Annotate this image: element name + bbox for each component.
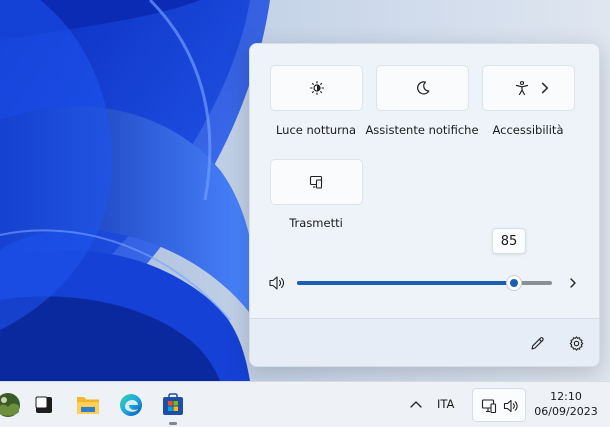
task-view-button[interactable] (30, 391, 58, 419)
accessibility-icon (515, 80, 528, 96)
cast-tile[interactable] (270, 159, 363, 205)
language-indicator[interactable]: ITA (437, 397, 454, 411)
volume-slider-fill (297, 281, 514, 285)
accessibility-tile[interactable] (482, 65, 575, 111)
chevron-up-icon[interactable] (409, 398, 423, 410)
accessibility-label: Accessibilità (492, 123, 564, 137)
file-explorer-app[interactable] (74, 391, 102, 419)
brightness-icon (309, 80, 324, 96)
photos-app[interactable] (0, 391, 22, 419)
active-app-indicator (169, 422, 177, 425)
chevron-right-icon (541, 82, 549, 94)
speaker-icon (503, 399, 518, 413)
gear-icon[interactable] (568, 335, 585, 352)
clock-time: 12:10 (550, 390, 582, 403)
volume-slider[interactable] (297, 275, 552, 291)
focus-assist-label: Assistente notifiche (365, 123, 479, 137)
system-tray-quick-settings[interactable] (472, 388, 526, 422)
volume-tooltip: 85 (492, 228, 526, 254)
chevron-right-icon[interactable] (568, 276, 578, 290)
edge-icon (120, 394, 142, 416)
pencil-icon[interactable] (529, 335, 546, 352)
store-app[interactable] (159, 391, 187, 419)
task-view-icon (35, 396, 52, 413)
speaker-icon[interactable] (268, 275, 286, 291)
taskbar-clock[interactable]: 12:10 06/09/2023 (528, 389, 604, 419)
cast-label: Trasmetti (289, 216, 343, 230)
file-explorer-icon (77, 397, 99, 414)
quick-settings-panel: Luce notturna Assistente notifiche Acces… (249, 43, 600, 367)
moon-icon (416, 81, 429, 95)
store-icon (163, 393, 183, 415)
night-light-label: Luce notturna (275, 123, 357, 137)
network-icon (481, 399, 497, 414)
edge-app[interactable] (117, 391, 145, 419)
quick-settings-footer (250, 318, 599, 366)
cast-icon (309, 175, 322, 189)
clock-date: 06/09/2023 (534, 405, 598, 418)
night-light-tile[interactable] (270, 65, 363, 111)
taskbar: ITA 12:10 06/09/2023 (0, 381, 610, 427)
photos-icon (0, 393, 20, 417)
focus-assist-tile[interactable] (376, 65, 469, 111)
volume-slider-thumb[interactable] (505, 275, 522, 291)
